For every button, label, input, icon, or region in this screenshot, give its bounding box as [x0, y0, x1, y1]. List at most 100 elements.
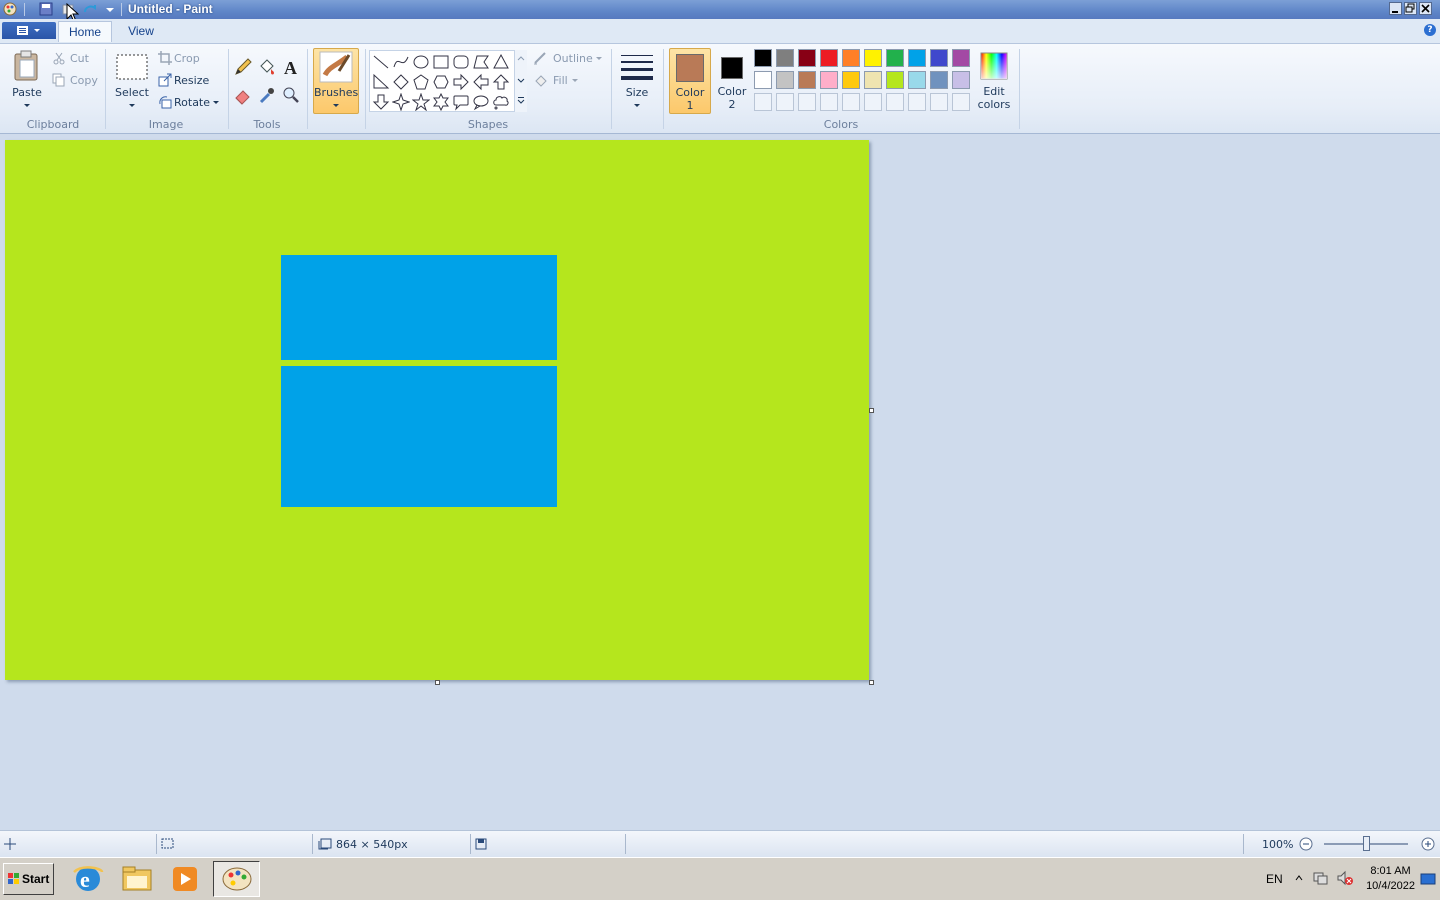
- hexagon-shape-icon[interactable]: [432, 73, 450, 91]
- custom-color-slot[interactable]: [952, 93, 970, 111]
- palette-swatch[interactable]: [776, 49, 794, 67]
- shapes-scrollbar[interactable]: [514, 50, 527, 112]
- left-arrow-shape-icon[interactable]: [472, 73, 490, 91]
- resize-handle-corner[interactable]: [869, 680, 874, 685]
- custom-color-slot[interactable]: [864, 93, 882, 111]
- custom-color-slot[interactable]: [908, 93, 926, 111]
- select-button[interactable]: Select: [112, 48, 152, 114]
- size-button[interactable]: Size: [616, 48, 658, 114]
- help-icon[interactable]: ?: [1424, 24, 1436, 36]
- rotate-button[interactable]: Rotate: [158, 95, 222, 111]
- edit-colors-button[interactable]: Edit colors: [975, 48, 1013, 114]
- palette-swatch[interactable]: [952, 71, 970, 89]
- volume-muted-icon[interactable]: [1336, 870, 1354, 886]
- paint-app-icon[interactable]: [2, 1, 18, 17]
- custom-color-slot[interactable]: [776, 93, 794, 111]
- outline-dropdown[interactable]: Outline: [533, 51, 605, 67]
- show-desktop-icon[interactable]: [1420, 872, 1436, 886]
- oval-shape-icon[interactable]: [412, 53, 430, 71]
- rounded-rectangle-shape-icon[interactable]: [452, 53, 470, 71]
- close-button[interactable]: [1419, 2, 1432, 15]
- tab-view[interactable]: View: [118, 21, 164, 42]
- four-point-star-shape-icon[interactable]: [392, 93, 410, 111]
- right-arrow-shape-icon[interactable]: [452, 73, 470, 91]
- palette-swatch[interactable]: [930, 49, 948, 67]
- color-picker-icon[interactable]: [257, 85, 277, 105]
- oval-callout-shape-icon[interactable]: [472, 93, 490, 111]
- save-icon[interactable]: [38, 1, 54, 17]
- palette-swatch[interactable]: [842, 71, 860, 89]
- fill-dropdown[interactable]: Fill: [533, 73, 589, 89]
- down-arrow-shape-icon[interactable]: [372, 93, 390, 111]
- palette-swatch[interactable]: [820, 71, 838, 89]
- palette-swatch[interactable]: [754, 49, 772, 67]
- resize-button[interactable]: Resize: [158, 73, 218, 89]
- custom-color-slot[interactable]: [754, 93, 772, 111]
- zoom-slider-thumb[interactable]: [1363, 836, 1370, 851]
- palette-swatch[interactable]: [908, 71, 926, 89]
- palette-swatch[interactable]: [952, 49, 970, 67]
- eraser-icon[interactable]: [233, 85, 253, 105]
- palette-swatch[interactable]: [820, 49, 838, 67]
- cut-button[interactable]: Cut: [52, 51, 100, 67]
- custom-color-slot[interactable]: [798, 93, 816, 111]
- text-tool-icon[interactable]: A: [281, 57, 301, 77]
- paste-button[interactable]: Paste: [8, 48, 46, 114]
- palette-swatch[interactable]: [886, 49, 904, 67]
- palette-swatch[interactable]: [864, 71, 882, 89]
- drawing-canvas[interactable]: [5, 140, 869, 680]
- paint-taskbar-button[interactable]: [213, 861, 260, 897]
- line-shape-icon[interactable]: [372, 53, 390, 71]
- palette-swatch[interactable]: [886, 71, 904, 89]
- up-arrow-shape-icon[interactable]: [492, 73, 510, 91]
- palette-swatch[interactable]: [908, 49, 926, 67]
- curve-shape-icon[interactable]: [392, 53, 410, 71]
- palette-swatch[interactable]: [776, 71, 794, 89]
- restore-button[interactable]: [1404, 2, 1417, 15]
- resize-handle-bottom[interactable]: [435, 680, 440, 685]
- network-icon[interactable]: [1312, 870, 1328, 886]
- diamond-shape-icon[interactable]: [392, 73, 410, 91]
- zoom-out-button[interactable]: [1299, 837, 1313, 851]
- crop-button[interactable]: Crop: [158, 51, 218, 67]
- palette-swatch[interactable]: [842, 49, 860, 67]
- custom-color-slot[interactable]: [842, 93, 860, 111]
- resize-handle-right[interactable]: [869, 408, 874, 413]
- minimize-button[interactable]: [1389, 2, 1402, 15]
- palette-swatch[interactable]: [754, 71, 772, 89]
- custom-color-slot[interactable]: [930, 93, 948, 111]
- system-clock[interactable]: 8:01 AM 10/4/2022: [1366, 864, 1415, 894]
- six-point-star-shape-icon[interactable]: [432, 93, 450, 111]
- file-explorer-icon[interactable]: [115, 862, 159, 896]
- right-triangle-shape-icon[interactable]: [372, 73, 390, 91]
- pencil-icon[interactable]: [233, 57, 253, 77]
- internet-explorer-icon[interactable]: e: [66, 862, 110, 896]
- color1-button[interactable]: Color 1: [669, 48, 711, 114]
- media-player-icon[interactable]: [163, 862, 207, 896]
- customize-quick-access-icon[interactable]: [102, 1, 118, 17]
- palette-swatch[interactable]: [930, 71, 948, 89]
- magnifier-icon[interactable]: [281, 85, 301, 105]
- color2-button[interactable]: Color 2: [713, 48, 751, 114]
- start-button[interactable]: Start: [3, 863, 54, 895]
- redo-icon[interactable]: [82, 1, 98, 17]
- pentagon-shape-icon[interactable]: [412, 73, 430, 91]
- custom-color-slot[interactable]: [820, 93, 838, 111]
- language-indicator[interactable]: EN: [1266, 872, 1283, 886]
- rectangle-shape-icon[interactable]: [432, 53, 450, 71]
- palette-swatch[interactable]: [798, 71, 816, 89]
- paint-menu-button[interactable]: [2, 22, 56, 39]
- fill-bucket-icon[interactable]: [257, 57, 277, 77]
- rounded-callout-shape-icon[interactable]: [452, 93, 470, 111]
- five-point-star-shape-icon[interactable]: [412, 93, 430, 111]
- palette-swatch[interactable]: [864, 49, 882, 67]
- custom-color-slot[interactable]: [886, 93, 904, 111]
- triangle-shape-icon[interactable]: [492, 53, 510, 71]
- polygon-shape-icon[interactable]: [472, 53, 490, 71]
- show-hidden-icons-icon[interactable]: [1294, 873, 1304, 883]
- cloud-callout-shape-icon[interactable]: [492, 93, 510, 111]
- copy-button[interactable]: Copy: [52, 73, 100, 89]
- palette-swatch[interactable]: [798, 49, 816, 67]
- brushes-button[interactable]: Brushes: [313, 48, 359, 114]
- zoom-in-button[interactable]: [1421, 837, 1435, 851]
